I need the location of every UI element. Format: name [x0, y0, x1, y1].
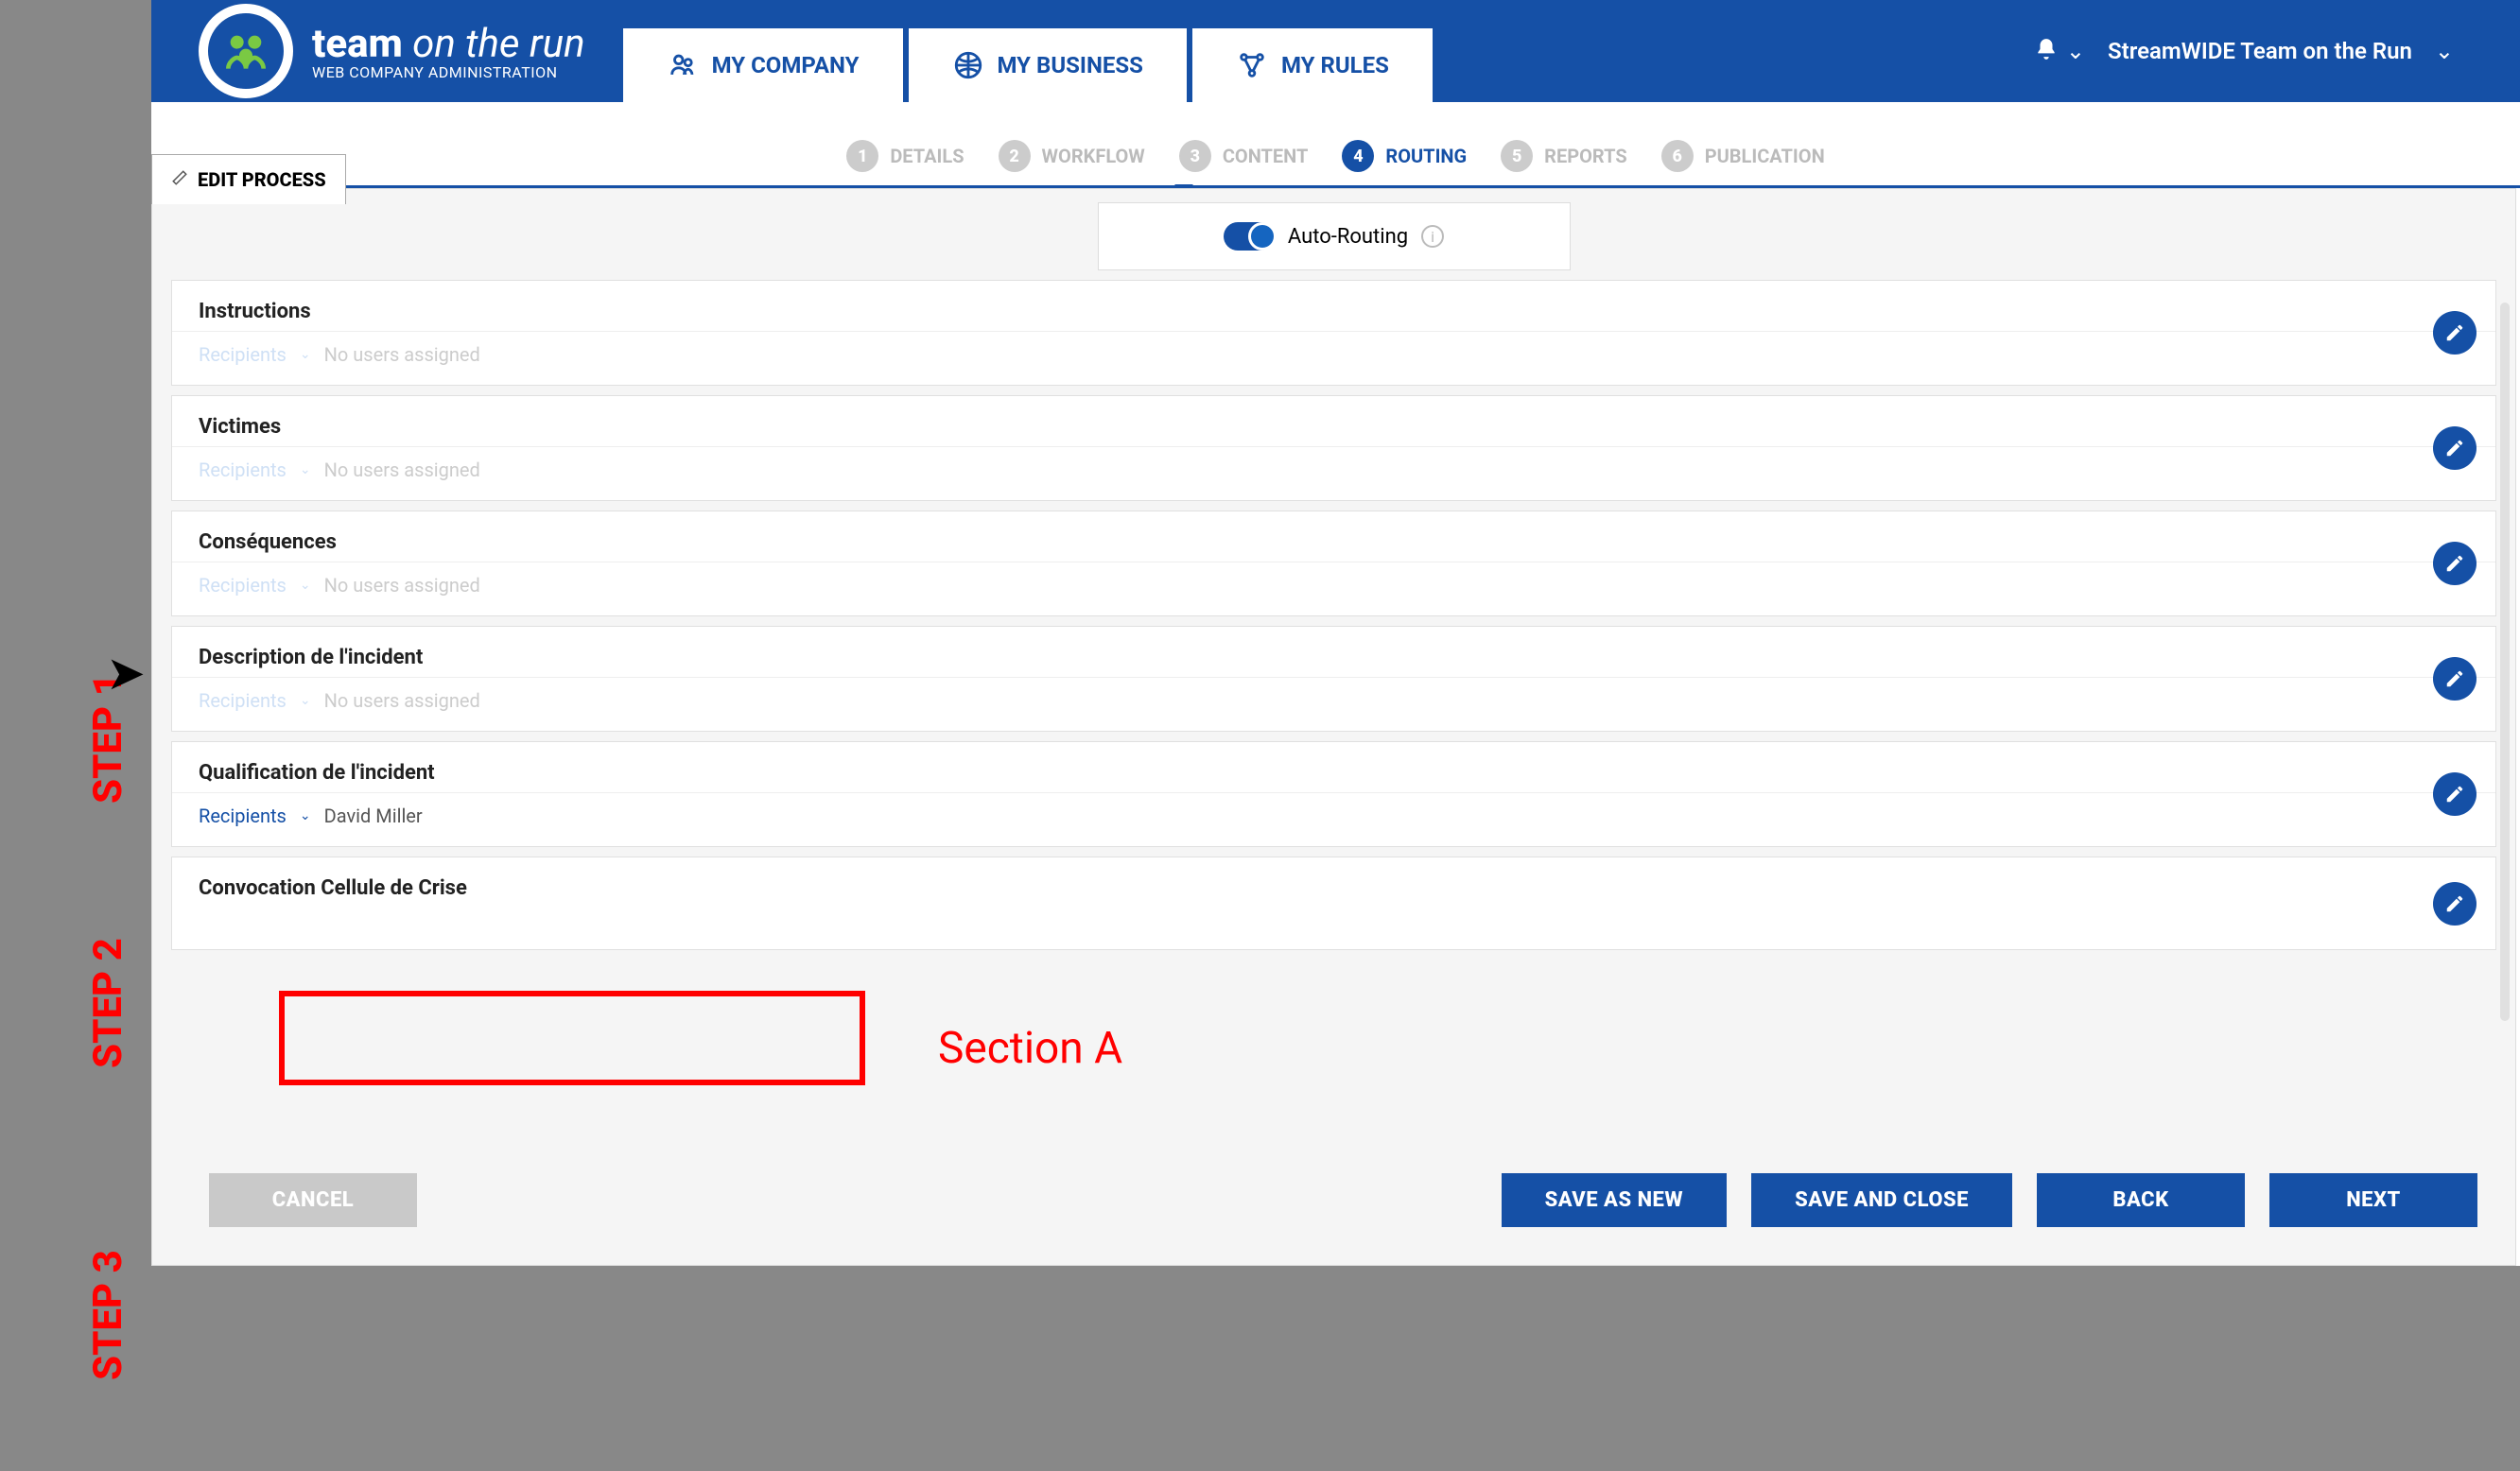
- annotation-step-3: STEP 3: [85, 1250, 131, 1380]
- recipients-dropdown[interactable]: Recipients: [199, 805, 287, 827]
- info-icon[interactable]: i: [1421, 225, 1444, 248]
- tab-my-company[interactable]: MY COMPANY: [623, 28, 903, 102]
- step-publication[interactable]: 6PUBLICATION: [1661, 140, 1825, 172]
- back-button[interactable]: BACK: [2037, 1173, 2245, 1227]
- recipients-dropdown[interactable]: Recipients: [199, 343, 287, 366]
- chevron-down-icon: ⌄: [300, 347, 311, 362]
- notifications-button[interactable]: ⌄: [2034, 37, 2085, 65]
- recipients-value: No users assigned: [324, 459, 480, 481]
- logo-icon: [199, 4, 293, 98]
- black-cursor-icon: ➤: [106, 646, 146, 701]
- annotation-section-a-label: Section A: [938, 1023, 1122, 1074]
- scrollbar[interactable]: [2500, 303, 2510, 1021]
- tab-my-business[interactable]: MY BUSINESS: [909, 28, 1187, 102]
- edit-tab-label: EDIT PROCESS: [198, 168, 326, 191]
- recipients-value: David Miller: [324, 805, 423, 827]
- card-title: Convocation Cellule de Crise: [199, 876, 2469, 900]
- card-title: Conséquences: [199, 530, 2469, 554]
- edit-button[interactable]: [2433, 882, 2477, 926]
- nav-tabs: MY COMPANY MY BUSINESS MY RULES: [623, 0, 1438, 102]
- brand-subtitle: WEB COMPANY ADMINISTRATION: [312, 63, 585, 81]
- recipients-dropdown[interactable]: Recipients: [199, 459, 287, 481]
- cancel-button[interactable]: CANCEL: [209, 1173, 417, 1227]
- step-workflow[interactable]: 2WORKFLOW: [999, 140, 1145, 172]
- step-reports[interactable]: 5REPORTS: [1501, 140, 1627, 172]
- chevron-down-icon: ⌄: [2066, 38, 2085, 64]
- auto-routing-toggle-box: Auto-Routing i: [1098, 202, 1571, 270]
- card-title: Instructions: [199, 300, 2469, 323]
- main-panel: Auto-Routing i Instructions Recipients ⌄…: [151, 188, 2516, 1266]
- step-content[interactable]: 3CONTENT: [1179, 140, 1309, 172]
- routing-card-convocation: Convocation Cellule de Crise: [171, 857, 2496, 950]
- recipients-dropdown[interactable]: Recipients: [199, 689, 287, 712]
- header: team on the run WEB COMPANY ADMINISTRATI…: [151, 0, 2520, 102]
- save-and-close-button[interactable]: SAVE AND CLOSE: [1751, 1173, 2012, 1227]
- user-company: StreamWIDE Team on the Run: [2108, 38, 2412, 64]
- rules-icon: [1236, 49, 1268, 81]
- step-routing[interactable]: 4ROUTING: [1342, 140, 1467, 172]
- step-details[interactable]: 1DETAILS: [846, 140, 964, 172]
- routing-card-consequences: Conséquences Recipients ⌄ No users assig…: [171, 511, 2496, 616]
- save-as-new-button[interactable]: SAVE AS NEW: [1502, 1173, 1728, 1227]
- chevron-down-icon: ⌄: [300, 693, 311, 708]
- chevron-down-icon: ⌄: [300, 578, 311, 593]
- auto-routing-label: Auto-Routing: [1288, 225, 1408, 249]
- card-title: Qualification de l'incident: [199, 761, 2469, 785]
- company-icon: [667, 49, 699, 81]
- brand-title: team on the run: [312, 21, 585, 67]
- next-button[interactable]: NEXT: [2269, 1173, 2477, 1227]
- recipients-value: No users assigned: [324, 689, 480, 712]
- logo[interactable]: team on the run WEB COMPANY ADMINISTRATI…: [151, 4, 585, 98]
- tab-label: MY RULES: [1281, 52, 1389, 78]
- edit-process-tab[interactable]: EDIT PROCESS: [151, 154, 346, 204]
- routing-card-victimes: Victimes Recipients ⌄ No users assigned: [171, 395, 2496, 501]
- tab-my-rules[interactable]: MY RULES: [1192, 28, 1433, 102]
- edit-button[interactable]: [2433, 657, 2477, 701]
- card-title: Description de l'incident: [199, 646, 2469, 669]
- card-title: Victimes: [199, 415, 2469, 439]
- chevron-down-icon: ⌄: [300, 808, 311, 823]
- routing-card-instructions: Instructions Recipients ⌄ No users assig…: [171, 280, 2496, 386]
- routing-card-description: Description de l'incident Recipients ⌄ N…: [171, 626, 2496, 732]
- routing-card-qualification: Qualification de l'incident Recipients ⌄…: [171, 741, 2496, 847]
- recipients-value: No users assigned: [324, 574, 480, 597]
- edit-icon: [171, 168, 188, 191]
- edit-button[interactable]: [2433, 311, 2477, 355]
- chevron-down-icon: ⌄: [300, 462, 311, 477]
- edit-button[interactable]: [2433, 542, 2477, 585]
- annotation-step-2: STEP 2: [85, 938, 131, 1068]
- tab-label: MY BUSINESS: [998, 52, 1143, 78]
- recipients-dropdown[interactable]: Recipients: [199, 574, 287, 597]
- tab-label: MY COMPANY: [712, 52, 860, 78]
- user-menu-button[interactable]: ⌄: [2435, 38, 2454, 64]
- auto-routing-toggle[interactable]: [1224, 222, 1275, 251]
- business-icon: [952, 49, 984, 81]
- recipients-value: No users assigned: [324, 343, 480, 366]
- bell-icon: [2034, 37, 2059, 65]
- annotation-section-a-box: [279, 991, 865, 1085]
- edit-button[interactable]: [2433, 426, 2477, 470]
- edit-button[interactable]: [2433, 772, 2477, 816]
- process-header: EDIT PROCESS 1DETAILS 2WORKFLOW 3CONTENT…: [151, 102, 2520, 185]
